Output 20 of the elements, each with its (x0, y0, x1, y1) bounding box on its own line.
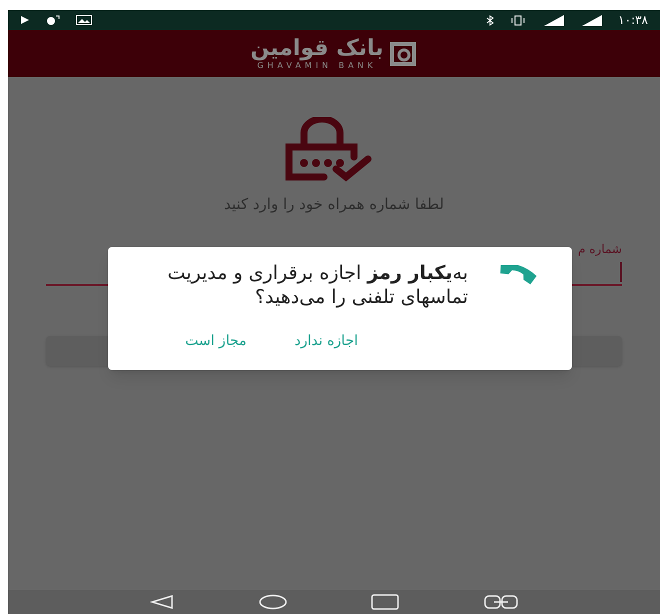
status-time: ۱۰:۳۸ (618, 14, 648, 26)
dialog-button[interactable]: اجازه ندارد (290, 327, 362, 356)
signal-icon (580, 14, 602, 26)
recents-icon[interactable] (371, 594, 400, 610)
play-icon (20, 15, 30, 25)
home-icon[interactable] (258, 594, 287, 610)
prompt-text: لطفا شماره همراه خود را وارد کنید (224, 194, 444, 215)
logo-text: بانک قوامین (250, 38, 384, 60)
bluetooth-icon (486, 14, 494, 26)
logo-icon (388, 40, 418, 66)
signal-icon (542, 14, 564, 26)
field-label: شماره م (578, 240, 622, 258)
dialog-message: به‌یکبار رمز اجازه برقراری و مدیریت تماسهای تلفنی را می‌دهید؟ (166, 261, 468, 309)
logo-subtitle: GHAVAMIN BANK (257, 62, 377, 70)
sim-switch-icon[interactable] (484, 594, 518, 610)
vibrate-icon (510, 14, 526, 26)
dialog-button[interactable]: مجاز است (181, 327, 250, 356)
back-icon[interactable] (150, 594, 174, 610)
text-cursor (620, 262, 622, 282)
image-icon (76, 15, 92, 25)
